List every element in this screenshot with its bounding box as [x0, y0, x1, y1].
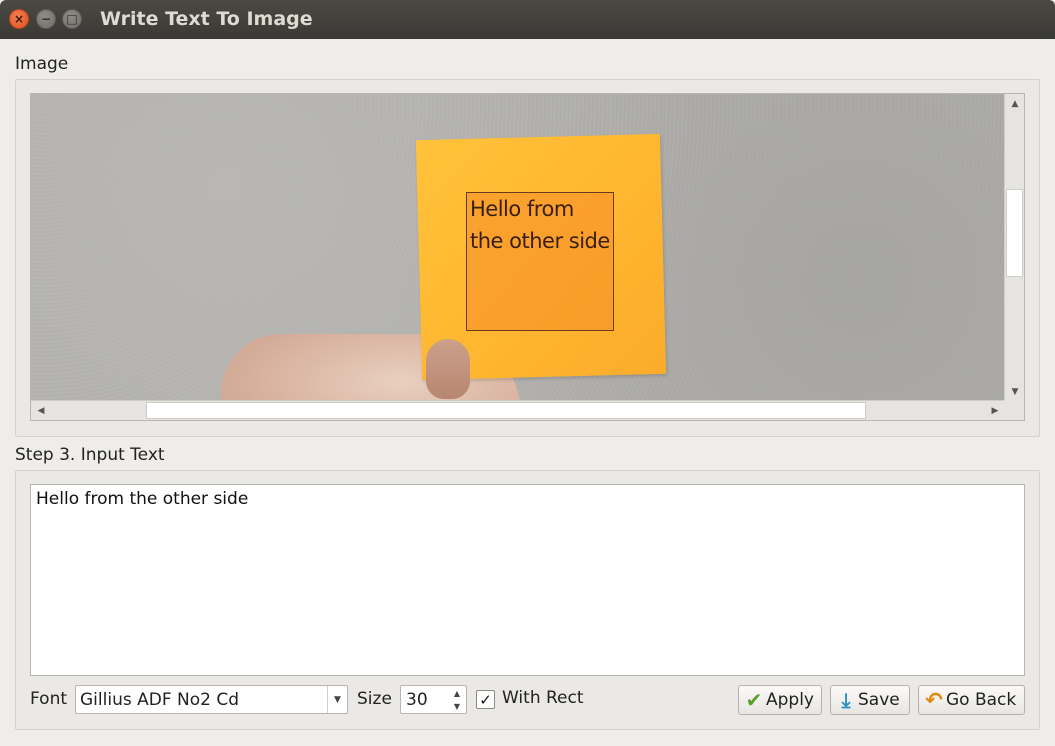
font-select-value: Gillius ADF No2 Cd	[80, 690, 240, 710]
horizontal-scroll-thumb[interactable]	[146, 402, 866, 419]
save-button[interactable]: ⤓ Save	[830, 685, 910, 715]
scroll-left-icon[interactable]: ◀	[32, 402, 50, 420]
checkmark-icon: ✔	[745, 688, 763, 712]
photo-canvas: Hello from the other side	[31, 94, 1005, 402]
chevron-down-icon[interactable]: ▼	[327, 686, 347, 713]
window-title: Write Text To Image	[100, 8, 313, 30]
size-label: Size	[357, 689, 392, 709]
scroll-down-icon[interactable]: ▼	[1006, 383, 1024, 401]
go-back-button-label: Go Back	[946, 690, 1017, 710]
vertical-scrollbar[interactable]: ▲ ▼	[1004, 94, 1024, 402]
image-section-label: Image	[15, 54, 69, 74]
close-icon: ×	[13, 12, 25, 26]
apply-button-label: Apply	[766, 690, 814, 710]
input-section-label: Step 3. Input Text	[15, 445, 165, 465]
spin-up-icon[interactable]: ▲	[449, 687, 465, 700]
with-rect-checkbox[interactable]: ✓	[476, 690, 495, 709]
maximize-icon: □	[66, 12, 78, 26]
download-icon: ⤓	[841, 688, 851, 712]
scroll-corner	[1004, 400, 1024, 420]
apply-button[interactable]: ✔ Apply	[738, 685, 822, 715]
scroll-up-icon[interactable]: ▲	[1006, 95, 1024, 113]
spin-down-icon[interactable]: ▼	[449, 700, 465, 713]
title-bar: × − □ Write Text To Image	[0, 0, 1055, 39]
with-rect-label[interactable]: With Rect	[502, 688, 584, 708]
horizontal-scrollbar[interactable]: ◀ ▶	[31, 400, 1005, 420]
font-select[interactable]: Gillius ADF No2 Cd ▼	[75, 685, 348, 714]
minimize-window-button[interactable]: −	[36, 9, 56, 29]
undo-icon: ↶	[925, 688, 943, 712]
font-label: Font	[30, 689, 68, 709]
maximize-window-button[interactable]: □	[62, 9, 82, 29]
close-window-button[interactable]: ×	[9, 9, 29, 29]
scroll-right-icon[interactable]: ▶	[986, 402, 1004, 420]
thumb-image	[426, 339, 470, 399]
size-value: 30	[406, 690, 428, 710]
input-text-area[interactable]: Hello from the other side	[30, 484, 1025, 676]
go-back-button[interactable]: ↶ Go Back	[918, 685, 1025, 715]
image-view[interactable]: Hello from the other side ▲ ▼ ◀ ▶	[30, 93, 1025, 421]
size-spinbox[interactable]: 30 ▲ ▼	[400, 685, 467, 714]
vertical-scroll-thumb[interactable]	[1006, 189, 1023, 277]
save-button-label: Save	[858, 690, 900, 710]
overlay-text-rect: Hello from the other side	[466, 192, 614, 331]
minimize-icon: −	[40, 12, 52, 26]
